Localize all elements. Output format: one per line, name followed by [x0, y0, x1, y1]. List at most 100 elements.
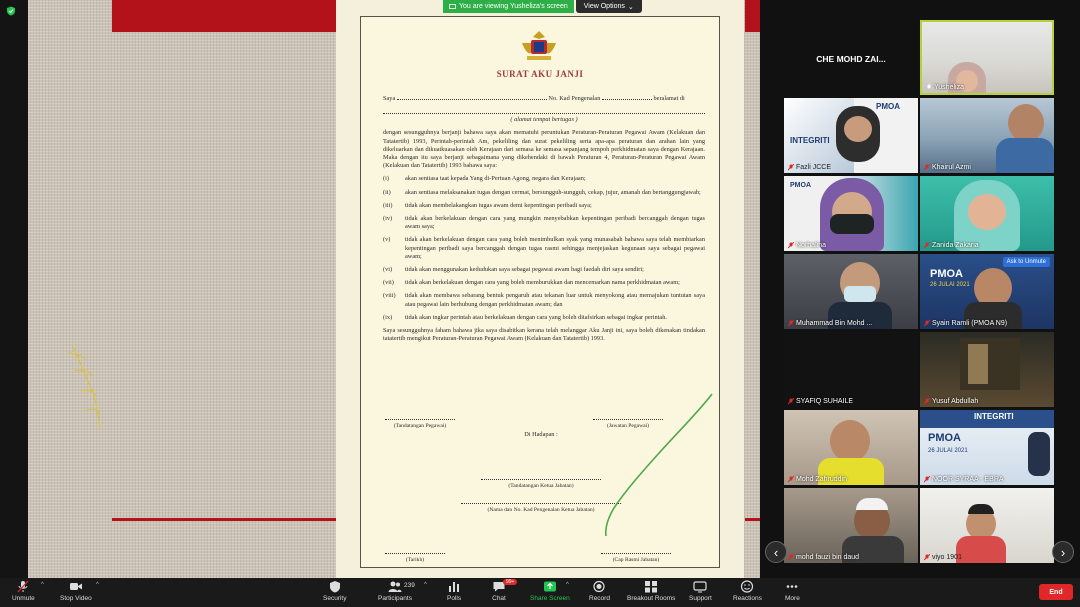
breakout-rooms-icon	[645, 581, 658, 593]
red-band-left	[112, 0, 337, 32]
viewing-banner: You are viewing Yusheliza's screen View …	[443, 0, 642, 13]
participant-tile-active-speaker[interactable]: Yusheliza	[920, 20, 1054, 95]
clause-item: (i) akan sentiasa taat kepada Yang di-Per…	[383, 175, 586, 183]
head-signature-caption: (Tandatangan Ketua Jabatan)	[481, 479, 601, 489]
participant-name: Syain Ramli (PMOA N9)	[932, 320, 1008, 327]
polls-icon	[449, 582, 460, 592]
officer-signature-caption: (Tandatangan Pegawai)	[385, 419, 455, 429]
clause-item: (iv) tidak akan berkelakuan dengan cara y…	[383, 215, 705, 231]
more-button[interactable]: More	[785, 580, 800, 602]
participant-tile[interactable]: PMOA 26 JULAI 2021 Ask to Unmute Syain R…	[920, 254, 1054, 329]
end-meeting-button[interactable]: End	[1039, 584, 1073, 600]
red-line-left	[112, 518, 337, 521]
red-line-right	[745, 518, 760, 521]
declaration-line: Saya No. Kad Pengenalan beralamat di	[383, 95, 685, 102]
participant-tile[interactable]: INTEGRITI PMOA Fazli JCCE	[784, 98, 918, 173]
participant-name: Muhammad Bin Mohd ...	[796, 320, 873, 327]
participant-tile[interactable]: INTEGRITI PMOA 26 JULAI 2021 NOOR SYRAA …	[920, 410, 1054, 485]
participant-name: Khairul Azmi	[932, 164, 971, 171]
participant-tile[interactable]: mohd fauzi bin daud	[784, 488, 918, 563]
video-options-caret[interactable]: ^	[96, 582, 99, 588]
chevron-right-icon: ›	[1060, 544, 1066, 560]
participant-tile[interactable]: Khairul Azmi	[920, 98, 1054, 173]
clause-item: (iii) tidak akan membelakangkan tugas awa…	[383, 201, 592, 209]
participant-name: viyo 1901	[932, 554, 962, 561]
participant-name: CHE MOHD ZAI...	[816, 54, 886, 64]
red-band-right	[745, 0, 760, 32]
yellow-annotation-sketch	[67, 344, 101, 429]
in-presence-of: Di Hadapan :	[524, 431, 558, 438]
mic-muted-icon	[788, 320, 794, 327]
mic-muted-icon	[924, 164, 930, 171]
clause-item: (ii) akan sentiasa melaksanakan tugas den…	[383, 188, 701, 196]
record-icon	[593, 580, 606, 593]
participant-tile[interactable]: Yusuf Abdullah	[920, 332, 1054, 407]
polls-button[interactable]: Polls	[447, 580, 461, 602]
unmute-button[interactable]: Unmute	[12, 580, 35, 602]
head-name-caption: (Nama dan No. Kad Pengenalan Ketua Jabat…	[461, 503, 621, 513]
share-screen-button[interactable]: Share Screen	[530, 580, 570, 602]
document-body: Saya No. Kad Pengenalan beralamat di ( a…	[383, 95, 705, 348]
mic-muted-icon	[17, 580, 29, 593]
shield-icon	[329, 581, 340, 593]
chevron-down-icon: ⌄	[627, 3, 634, 11]
participant-tile[interactable]: viyo 1901	[920, 488, 1054, 563]
smiley-icon	[741, 580, 754, 593]
encryption-shield-icon[interactable]	[6, 6, 16, 16]
date-caption: (Tarikh)	[385, 553, 445, 563]
participant-name: mohd fauzi bin daud	[796, 554, 860, 561]
gallery-prev-button[interactable]: ‹	[765, 541, 787, 563]
screen-left-margin	[0, 0, 28, 578]
mic-muted-icon	[924, 476, 930, 483]
participant-name: SYAFIQ SUHAILE	[796, 398, 854, 405]
participant-tile[interactable]: Mohd Zahruddin	[784, 410, 918, 485]
green-annotation-stroke	[605, 393, 713, 537]
closing-paragraph: Saya sesungguhnya faham bahawa jika saya…	[383, 327, 705, 343]
participant-tile[interactable]: CHE MOHD ZAI...	[784, 20, 918, 95]
clause-list: (i) akan sentiasa taat kepada Yang di-Per…	[383, 175, 705, 322]
view-options-button[interactable]: View Options ⌄	[575, 0, 642, 13]
gallery-next-button[interactable]: ›	[1052, 541, 1074, 563]
ask-to-unmute-button[interactable]: Ask to Unmute	[1002, 257, 1050, 267]
security-button[interactable]: Security	[323, 580, 346, 602]
record-button[interactable]: Record	[589, 580, 610, 602]
participant-tile[interactable]: Muhammad Bin Mohd ...	[784, 254, 918, 329]
participant-name: Zanida Zakaria	[932, 242, 979, 249]
mic-muted-icon	[788, 164, 794, 171]
share-screen-icon	[543, 581, 556, 592]
participant-tile[interactable]: SYAFIQ SUHAILE	[784, 332, 918, 407]
participant-tile[interactable]: PMOA Norhalina	[784, 176, 918, 251]
participants-options-caret[interactable]: ^	[424, 582, 427, 588]
address-line	[383, 108, 705, 115]
mic-muted-icon	[924, 320, 930, 327]
document-title: SURAT AKU JANJI	[496, 69, 584, 79]
mic-muted-icon	[788, 398, 794, 405]
mic-muted-icon	[788, 554, 794, 561]
ellipsis-icon	[787, 585, 798, 588]
clause-item: (vi) tidak akan menggunakan kedudukan say…	[383, 266, 644, 274]
audio-options-caret[interactable]: ^	[41, 582, 44, 588]
clause-item: (ix) tidak akan ingkar perintah atau berk…	[383, 313, 667, 321]
share-options-caret[interactable]: ^	[566, 582, 569, 588]
clause-item: (viii) tidak akan membawa sebarang bentuk…	[383, 292, 705, 308]
clause-item: (v) tidak akan berkelakuan dengan cara ya…	[383, 236, 705, 260]
participant-tile[interactable]: Zanida Zakaria	[920, 176, 1054, 251]
mic-muted-icon	[788, 476, 794, 483]
screen-share-icon	[449, 3, 456, 9]
mic-icon	[927, 84, 931, 89]
support-icon	[693, 581, 707, 593]
coat-of-arms-icon	[522, 31, 556, 60]
video-camera-icon	[69, 583, 82, 590]
breakout-rooms-button[interactable]: Breakout Rooms	[627, 580, 675, 602]
zoom-meeting-window: SURAT AKU JANJI Saya No. Kad Pengenalan …	[0, 0, 1080, 607]
support-button[interactable]: Support	[689, 580, 712, 602]
mic-muted-icon	[924, 242, 930, 249]
participant-name: Yusuf Abdullah	[932, 398, 979, 405]
stop-video-button[interactable]: Stop Video	[60, 580, 92, 602]
intro-paragraph: dengan sesungguhnya berjanji bahawa saya…	[383, 129, 705, 170]
reactions-button[interactable]: Reactions	[733, 580, 762, 602]
mic-muted-icon	[924, 398, 930, 405]
chat-unread-badge: 99+	[503, 579, 518, 585]
clause-item: (vii) tidak akan berkelakuan dengan cara …	[383, 279, 680, 287]
viewing-indicator: You are viewing Yusheliza's screen	[443, 0, 574, 13]
